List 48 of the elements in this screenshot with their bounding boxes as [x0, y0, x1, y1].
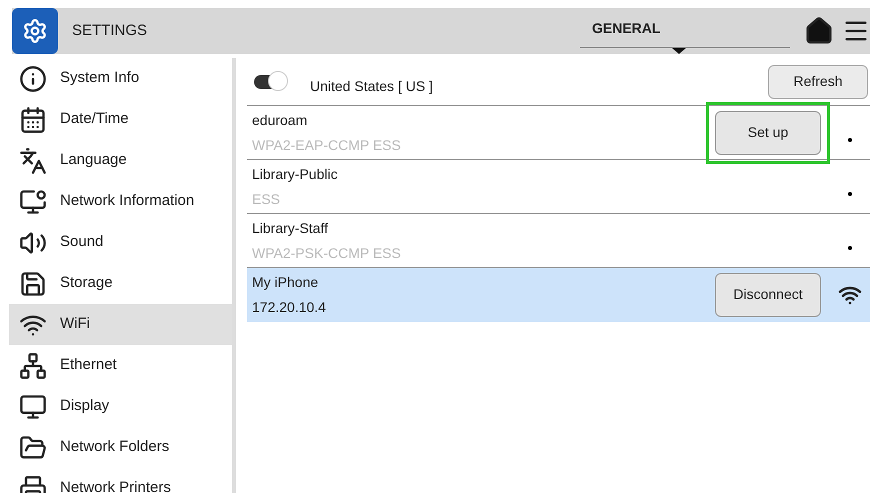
- sidebar-item[interactable]: Network Printers: [9, 468, 232, 493]
- sidebar-label: Ethernet: [60, 355, 117, 376]
- network-detail: WPA2-EAP-CCMP ESS: [252, 136, 402, 154]
- network-name: Library-Public: [252, 164, 339, 184]
- sidebar-label: Language: [60, 150, 127, 170]
- sidebar-item[interactable]: Ethernet: [9, 345, 232, 386]
- sidebar-label: Network Printers: [60, 478, 171, 493]
- sidebar-item[interactable]: Sound: [9, 222, 232, 263]
- sidebar-label: Network Information: [60, 191, 194, 212]
- info-icon: [19, 64, 47, 92]
- network-name: Library-Staff: [252, 218, 329, 238]
- network-name: eduroam: [252, 110, 308, 130]
- language-icon: [19, 146, 47, 174]
- network-name: My iPhone: [252, 272, 320, 292]
- calendar-icon: [19, 106, 47, 134]
- network-detail: WPA2-PSK-CCMP ESS: [252, 244, 402, 262]
- sidebar-item[interactable]: Display: [9, 386, 232, 427]
- header-title: SETTINGS: [72, 20, 148, 41]
- sidebar-item[interactable]: Network Information: [9, 181, 232, 222]
- general-tab[interactable]: GENERAL: [580, 8, 790, 54]
- network-row[interactable]: My iPhone 172.20.10.4 Disconnect: [247, 268, 870, 322]
- network-action-button[interactable]: Set up: [715, 110, 821, 154]
- network-detail: 172.20.10.4: [252, 298, 327, 316]
- network-detail: ESS: [252, 190, 282, 208]
- sidebar-label: Sound: [60, 232, 104, 252]
- sidebar-label: Display: [60, 396, 110, 416]
- network-action-button[interactable]: Disconnect: [715, 272, 821, 316]
- country-label: United States [ US ]: [310, 77, 433, 96]
- sidebar-item[interactable]: Storage: [9, 263, 232, 304]
- sidebar-label: Network Folders: [60, 437, 170, 458]
- sidebar-item[interactable]: Date/Time: [9, 99, 232, 140]
- sidebar-item[interactable]: Language: [9, 140, 232, 181]
- sidebar-item[interactable]: System Info: [9, 58, 232, 99]
- network-row[interactable]: Library-Public ESS: [247, 160, 870, 214]
- sidebar-label: WiFi: [60, 314, 90, 334]
- sidebar-label: Storage: [60, 273, 113, 294]
- sidebar-item[interactable]: WiFi: [9, 304, 232, 345]
- home-icon[interactable]: [804, 16, 834, 46]
- sidebar-item[interactable]: Network Folders: [9, 427, 232, 468]
- folder-icon: [19, 434, 47, 462]
- network-icon: [19, 352, 47, 380]
- dropdown-caret-icon: [672, 48, 686, 54]
- settings-icon: [12, 8, 58, 54]
- refresh-button[interactable]: Refresh: [768, 64, 868, 98]
- monitor-icon: [19, 392, 47, 420]
- sidebar-label: System Info: [60, 68, 140, 88]
- network-row[interactable]: eduroam WPA2-EAP-CCMP ESS Set up: [247, 106, 870, 160]
- sidebar-label: Date/Time: [60, 109, 129, 130]
